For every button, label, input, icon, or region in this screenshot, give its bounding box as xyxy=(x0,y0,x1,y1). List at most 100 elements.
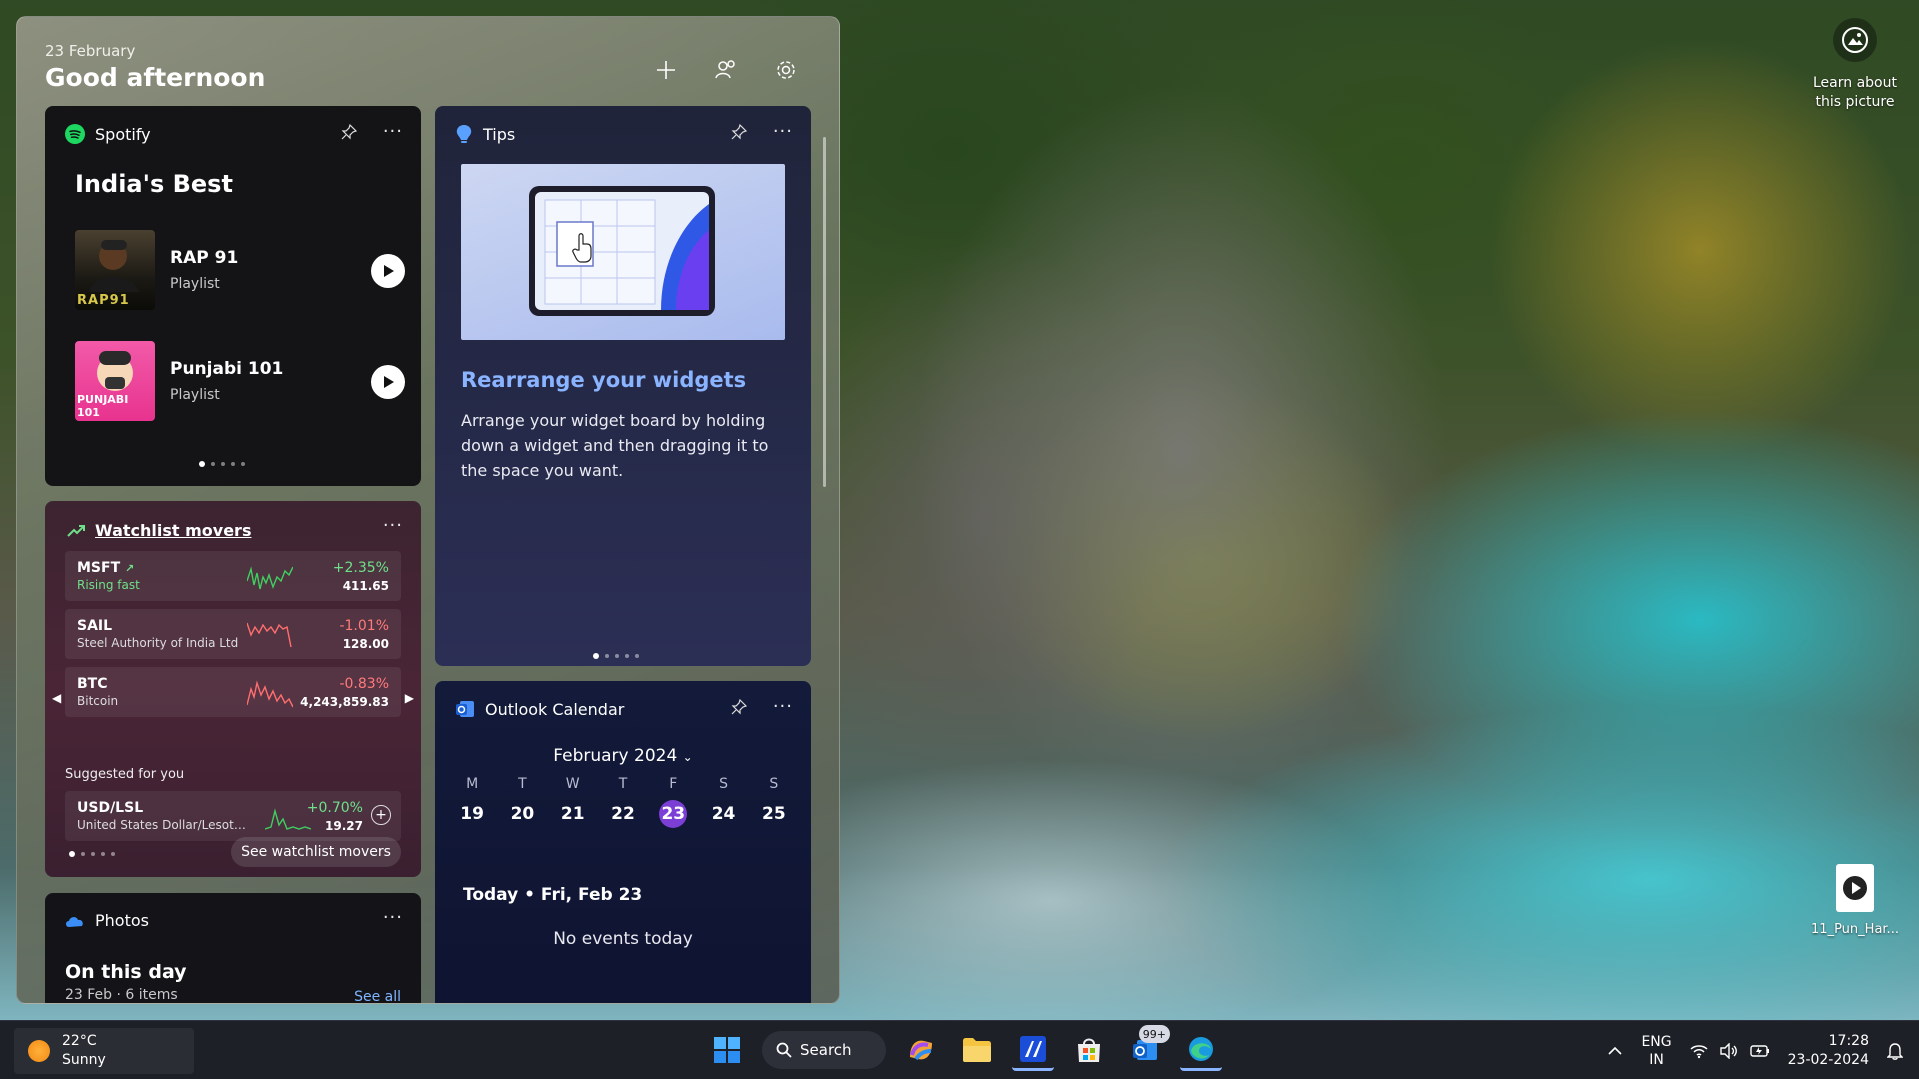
page-indicator[interactable] xyxy=(199,461,245,467)
markdown-editor-app[interactable] xyxy=(1012,1029,1054,1071)
file-explorer-app[interactable] xyxy=(956,1029,998,1071)
play-button[interactable] xyxy=(371,365,405,399)
calendar-day[interactable]: 21 xyxy=(548,800,598,828)
stock-row[interactable]: BTC Bitcoin -0.83% 4,243,859.83 xyxy=(65,667,401,717)
photos-widget[interactable]: Photos ··· On this day 23 Feb · 6 items … xyxy=(45,893,421,1003)
more-options-icon[interactable]: ··· xyxy=(383,909,403,927)
copilot-app[interactable] xyxy=(900,1029,942,1071)
watchlist-title: Watchlist movers xyxy=(95,521,252,540)
start-button[interactable] xyxy=(706,1029,748,1071)
spotify-widget[interactable]: Spotify ··· India's Best RAP91 RAP 91 Pl… xyxy=(45,106,421,486)
stock-change: +0.70% xyxy=(306,800,363,816)
quick-settings[interactable] xyxy=(1690,1043,1770,1059)
today-label: Today • Fri, Feb 23 xyxy=(463,885,643,905)
battery-charging-icon xyxy=(1749,1045,1769,1057)
learn-about-picture[interactable]: Learn about this picture xyxy=(1800,18,1910,112)
edge-browser-app[interactable] xyxy=(1180,1029,1222,1071)
system-clock[interactable]: 17:28 23-02-2024 xyxy=(1788,1032,1869,1070)
more-options-icon[interactable]: ··· xyxy=(773,123,793,141)
more-options-icon[interactable]: ··· xyxy=(773,698,793,716)
calendar-day[interactable]: 22 xyxy=(598,800,648,828)
playlist-type: Playlist xyxy=(170,387,220,403)
pin-icon[interactable] xyxy=(731,699,747,715)
search-label: Search xyxy=(800,1041,852,1059)
editor-app-icon xyxy=(1020,1035,1046,1062)
playlist-section-title: India's Best xyxy=(75,170,233,198)
tips-header: Tips xyxy=(455,124,515,144)
calendar-day[interactable]: 25 xyxy=(749,800,799,828)
photos-title: On this day xyxy=(65,961,187,983)
day-name: S xyxy=(719,776,728,792)
add-stock-icon[interactable]: + xyxy=(371,805,391,825)
sun-icon xyxy=(28,1040,50,1062)
see-all-link[interactable]: See all xyxy=(354,989,401,1003)
more-options-icon[interactable]: ··· xyxy=(383,123,403,141)
weather-widget-button[interactable]: 22°C Sunny xyxy=(14,1028,194,1074)
wifi-icon xyxy=(1690,1045,1708,1059)
calendar-day[interactable]: 24 xyxy=(698,800,748,828)
system-tray: ENG IN 17:28 23-02-2024 xyxy=(1607,1029,1903,1073)
calendar-day[interactable]: 20 xyxy=(497,800,547,828)
stock-row[interactable]: SAIL Steel Authority of India Ltd -1.01%… xyxy=(65,609,401,659)
chevron-up-icon[interactable] xyxy=(1607,1046,1623,1056)
more-options-icon[interactable]: ··· xyxy=(383,517,403,535)
no-events-text: No events today xyxy=(553,929,693,949)
microsoft-store-app[interactable] xyxy=(1068,1029,1110,1071)
playlist-item[interactable]: RAP91 RAP 91 Playlist xyxy=(75,230,405,310)
stock-desc: Steel Authority of India Ltd xyxy=(77,636,239,650)
watchlist-widget[interactable]: Watchlist movers ··· MSFT ↗ Rising fast … xyxy=(45,501,421,877)
tips-title[interactable]: Rearrange your widgets xyxy=(461,368,746,392)
stock-symbol: BTC xyxy=(77,676,108,692)
suggested-label: Suggested for you xyxy=(65,767,185,782)
playlist-name: RAP 91 xyxy=(170,248,239,268)
calendar-day[interactable]: 19 xyxy=(447,800,497,828)
day-name: T xyxy=(618,776,628,792)
learn-label: Learn about this picture xyxy=(1813,75,1897,110)
play-button[interactable] xyxy=(371,254,405,288)
pin-icon[interactable] xyxy=(731,124,747,140)
tips-widget[interactable]: Tips ··· Rearrange your widgets Arrange … xyxy=(435,106,811,666)
edge-icon xyxy=(1189,1036,1213,1061)
add-widget-button[interactable] xyxy=(649,53,683,87)
calendar-day-selected[interactable]: 23 xyxy=(648,800,698,828)
month-selector[interactable]: February 2024 ⌄ xyxy=(435,746,811,766)
suggested-stock-row[interactable]: USD/LSL United States Dollar/Lesoth... +… xyxy=(65,791,401,841)
stock-price: 411.65 xyxy=(342,579,389,593)
see-watchlist-button[interactable]: See watchlist movers xyxy=(231,837,401,867)
board-date: 23 February xyxy=(45,42,136,60)
scroll-right-icon[interactable]: ▶ xyxy=(405,691,414,705)
playlist-type: Playlist xyxy=(170,276,220,292)
taskbar-search[interactable]: Search xyxy=(762,1031,886,1069)
stock-price: 19.27 xyxy=(325,819,363,833)
page-indicator[interactable] xyxy=(69,851,115,857)
bell-icon[interactable] xyxy=(1887,1042,1903,1060)
copilot-icon xyxy=(910,1040,932,1061)
settings-button[interactable] xyxy=(769,53,803,87)
outlook-calendar-widget[interactable]: Outlook Calendar ··· February 2024 ⌄ M T… xyxy=(435,681,811,1003)
people-icon xyxy=(715,60,735,79)
stock-change: -1.01% xyxy=(339,618,389,634)
watchlist-header[interactable]: Watchlist movers xyxy=(67,521,251,540)
stock-change: -0.83% xyxy=(339,676,389,692)
scroll-left-icon[interactable]: ◀ xyxy=(52,691,61,705)
tips-illustration xyxy=(461,164,785,340)
folder-icon xyxy=(963,1038,991,1062)
outlook-app-name: Outlook Calendar xyxy=(485,699,625,719)
playlist-art: PUNJABI 101 xyxy=(75,341,155,421)
day-name: W xyxy=(565,776,580,792)
stock-row[interactable]: MSFT ↗ Rising fast +2.35% 411.65 xyxy=(65,551,401,601)
calendar-week: M T W T F S S 19 20 21 22 23 24 25 xyxy=(447,776,799,828)
play-icon xyxy=(384,376,394,388)
desktop-file[interactable]: 11_Pun_Har... xyxy=(1805,864,1905,937)
board-scrollbar[interactable] xyxy=(823,137,826,487)
input-language[interactable]: ENG IN xyxy=(1641,1033,1671,1069)
day-name: T xyxy=(518,776,527,792)
stock-symbol: USD/LSL xyxy=(77,800,144,816)
playlist-item[interactable]: PUNJABI 101 Punjabi 101 Playlist xyxy=(75,341,405,421)
board-greeting: Good afternoon xyxy=(45,63,266,92)
pin-icon[interactable] xyxy=(341,124,357,140)
stock-price: 4,243,859.83 xyxy=(300,695,389,709)
outlook-app[interactable]: 99+ xyxy=(1124,1025,1170,1071)
page-indicator[interactable] xyxy=(593,653,639,659)
account-button[interactable] xyxy=(709,53,743,87)
